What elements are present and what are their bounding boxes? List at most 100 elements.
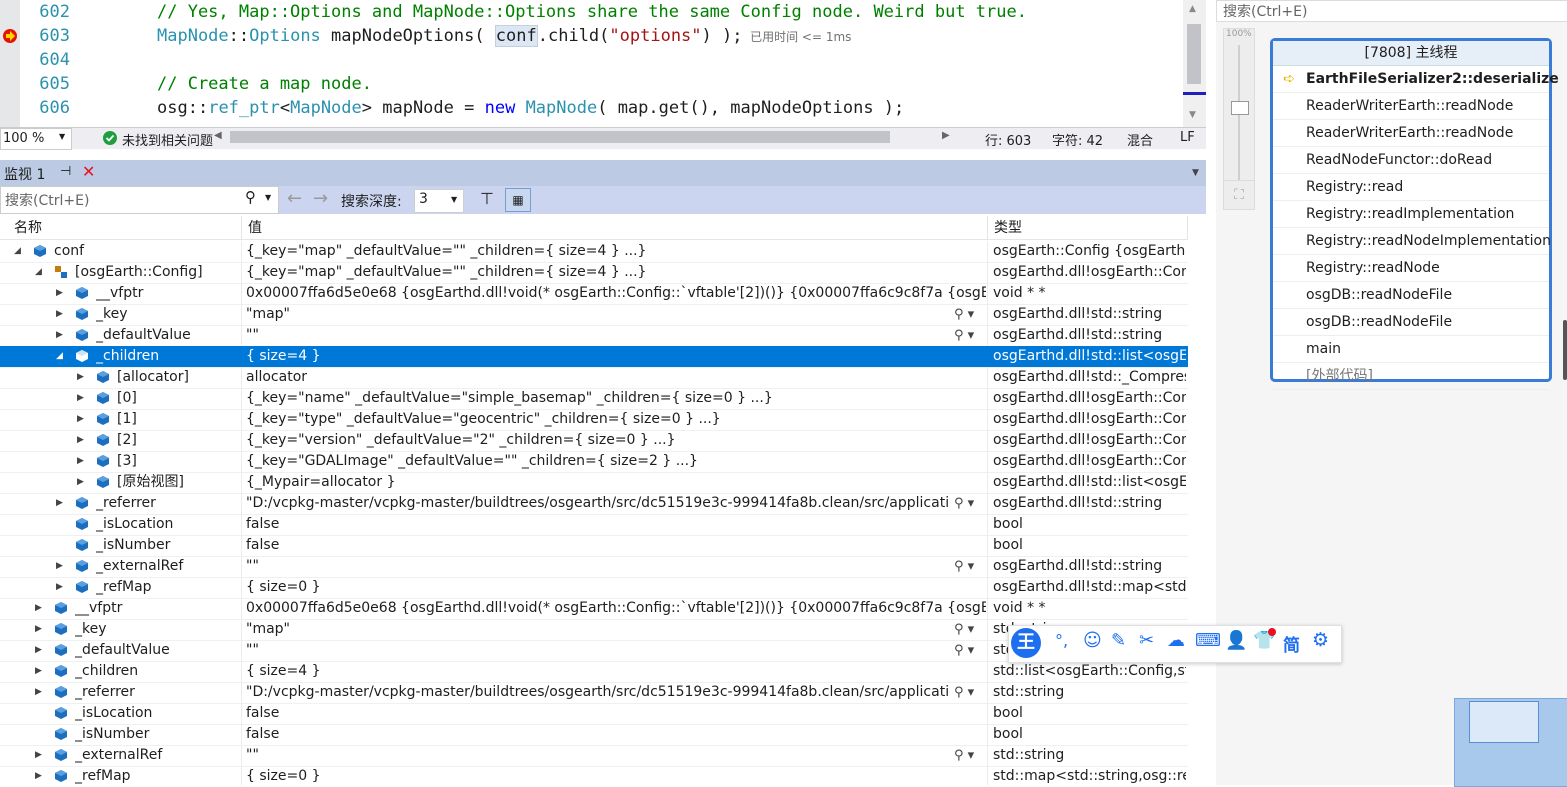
search-icon[interactable]: ⚲ xyxy=(245,188,256,206)
variable-value[interactable]: {_key="map" _defaultValue="" _children={… xyxy=(246,241,986,262)
variable-value[interactable]: "D:/vcpkg-master/vcpkg-master/buildtrees… xyxy=(246,682,950,703)
variable-value[interactable]: "D:/vcpkg-master/vcpkg-master/buildtrees… xyxy=(246,493,950,514)
text-visualizer-icon[interactable]: ⚲ ▾ xyxy=(954,745,974,766)
settings-gear-icon[interactable]: ⚙ xyxy=(1312,629,1329,651)
expand-arrow-icon[interactable]: ▶ xyxy=(35,661,42,682)
variable-value[interactable]: { size=0 } xyxy=(246,766,986,785)
issues-status[interactable]: 未找到相关问题 xyxy=(122,130,213,149)
watch-row[interactable]: _isNumber false bool xyxy=(0,724,1188,746)
watch-row[interactable]: ▶ [原始视图] {_Mypair=allocator } osgEarthd.dll… xyxy=(0,472,1188,494)
expand-arrow-icon[interactable]: ▶ xyxy=(35,682,42,703)
eol-indicator[interactable]: LF xyxy=(1180,130,1195,145)
search-input[interactable]: 搜索(Ctrl+E) xyxy=(5,190,89,210)
emoji-icon[interactable]: ☺ xyxy=(1083,630,1102,651)
text-visualizer-icon[interactable]: ⚲ ▾ xyxy=(954,556,974,577)
horizontal-scrollbar-thumb[interactable] xyxy=(230,131,890,143)
watch-row[interactable]: _isLocation false bool xyxy=(0,514,1188,536)
side-search-input[interactable]: 搜索(Ctrl+E) xyxy=(1223,1,1307,21)
expand-arrow-icon[interactable]: ▶ xyxy=(35,619,42,640)
expand-arrow-icon[interactable]: ▶ xyxy=(77,451,84,472)
column-header-name[interactable]: 名称 xyxy=(0,216,242,240)
variable-value[interactable]: { size=4 } xyxy=(246,346,986,367)
panel-menu-icon[interactable]: ▼ xyxy=(1192,168,1199,178)
call-stack-frame[interactable]: ReaderWriterEarth::readNode xyxy=(1273,93,1549,120)
variable-value[interactable]: false xyxy=(246,703,986,724)
simplified-chinese-toggle[interactable]: 简 xyxy=(1283,631,1300,656)
column-header-value[interactable]: 值 xyxy=(242,216,988,240)
call-stack-frame[interactable]: Registry::readNodeImplementation xyxy=(1273,228,1551,255)
expand-arrow-icon[interactable]: ▶ xyxy=(56,493,63,514)
watch-row[interactable]: ▶ [allocator] allocator osgEarthd.dll!std::… xyxy=(0,367,1188,389)
close-icon[interactable]: ✕ xyxy=(82,162,95,181)
line-indicator[interactable]: 行: 603 xyxy=(985,130,1031,149)
tab-view-button[interactable]: ▦ xyxy=(505,188,531,212)
variable-value[interactable]: "map" xyxy=(246,619,950,640)
expand-arrow-icon[interactable]: ▶ xyxy=(56,325,63,346)
user-icon[interactable]: 👤 xyxy=(1225,630,1247,651)
text-visualizer-icon[interactable]: ⚲ ▾ xyxy=(954,304,974,325)
variable-value[interactable]: "" xyxy=(246,556,950,577)
variable-value[interactable]: {_key="map" _defaultValue="" _children={… xyxy=(246,262,986,283)
column-header-type[interactable]: 类型 xyxy=(988,216,1188,240)
watch-row[interactable]: ▶ __vfptr 0x00007ffa6d5e0e68 {osgEarthd.dl… xyxy=(0,283,1188,305)
watch-row[interactable]: ▶ _refMap { size=0 } osgEarthd.dll!std::map… xyxy=(0,577,1188,599)
watch-row[interactable]: _isNumber false bool xyxy=(0,535,1188,557)
text-visualizer-icon[interactable]: ⚲ ▾ xyxy=(954,682,974,703)
variable-value[interactable]: {_key="GDALImage" _defaultValue="" _chil… xyxy=(246,451,986,472)
watch-row[interactable]: ▶ _key "map" ⚲ ▾ osgEarthd.dll!std::string xyxy=(0,304,1188,326)
call-stack-frame[interactable]: main xyxy=(1273,336,1549,363)
pen-icon[interactable]: ✎ xyxy=(1111,630,1126,651)
watch-row[interactable]: ▶ [2] {_key="version" _defaultValue="2" _c… xyxy=(0,430,1188,452)
text-visualizer-icon[interactable]: ⚲ ▾ xyxy=(954,640,974,661)
expand-arrow-icon[interactable]: ▶ xyxy=(35,745,42,766)
expand-arrow-icon[interactable]: ▶ xyxy=(35,640,42,661)
variable-value[interactable]: false xyxy=(246,535,986,556)
collapse-arrow-icon[interactable]: ◢ xyxy=(56,346,63,367)
search-depth-select[interactable]: 3 ▼ xyxy=(414,189,464,213)
call-stack-frame[interactable]: ReaderWriterEarth::readNode xyxy=(1273,120,1549,147)
watch-row[interactable]: ▶ _referrer "D:/vcpkg-master/vcpkg-master/… xyxy=(0,682,1188,704)
text-visualizer-icon[interactable]: ⚲ ▾ xyxy=(954,619,974,640)
variable-value[interactable]: "" xyxy=(246,325,950,346)
watch-row[interactable]: ◢ _children { size=4 } osgEarthd.dll!std::l… xyxy=(0,346,1188,368)
back-arrow-icon[interactable]: ← xyxy=(287,188,302,209)
punctuation-icon[interactable]: °, xyxy=(1055,631,1068,650)
scroll-right-icon[interactable]: ▶ xyxy=(942,130,950,141)
variable-value[interactable]: "" xyxy=(246,640,950,661)
variable-value[interactable]: { size=4 } xyxy=(246,661,986,682)
filter-pin-icon[interactable]: ⊤ xyxy=(480,189,494,208)
scroll-left-icon[interactable]: ◀ xyxy=(214,130,222,141)
variable-value[interactable]: 0x00007ffa6d5e0e68 {osgEarthd.dll!void(*… xyxy=(246,283,986,304)
watch-search-box[interactable]: 搜索(Ctrl+E) ⚲ ▼ xyxy=(0,186,279,214)
text-visualizer-icon[interactable]: ⚲ ▾ xyxy=(954,493,974,514)
call-stack-frame[interactable]: Registry::readImplementation xyxy=(1273,201,1549,228)
minimap-thumbnail[interactable] xyxy=(1454,698,1567,787)
watch-row[interactable]: ▶ [0] {_key="name" _defaultValue="simple_b… xyxy=(0,388,1188,410)
scroll-up-icon[interactable]: ▲ xyxy=(1189,4,1196,14)
watch-row[interactable]: ▶ [1] {_key="type" _defaultValue="geocentr… xyxy=(0,409,1188,431)
watch-row[interactable]: ▶ [3] {_key="GDALImage" _defaultValue="" _… xyxy=(0,451,1188,473)
code-editor[interactable]: 602 // Yes, Map::Options and MapNode::Opt… xyxy=(0,0,1206,127)
ime-logo-icon[interactable]: 王 xyxy=(1011,628,1041,658)
tab-watch-1[interactable]: 监视 1 ⊣ ✕ xyxy=(0,160,102,188)
watch-grid[interactable]: 名称 值 类型 ◢ conf {_key="map" _defaultValue="… xyxy=(0,216,1188,785)
variable-value[interactable]: "" xyxy=(246,745,950,766)
pin-icon[interactable]: ⊣ xyxy=(60,164,71,179)
call-stack-popup[interactable]: [7808] 主线程 ➪ EarthFileSerializer2::deseri… xyxy=(1270,38,1559,390)
scroll-down-icon[interactable]: ▼ xyxy=(1189,110,1196,120)
call-stack-frame[interactable]: Registry::readNode xyxy=(1273,255,1549,282)
zoom-dropdown[interactable]: 100 % ▼ xyxy=(0,128,72,150)
watch-row[interactable]: ◢ conf {_key="map" _defaultValue="" _child… xyxy=(0,241,1188,263)
expand-arrow-icon[interactable]: ▶ xyxy=(77,409,84,430)
mode-indicator[interactable]: 混合 xyxy=(1127,130,1153,149)
expand-arrow-icon[interactable]: ▶ xyxy=(77,430,84,451)
char-indicator[interactable]: 字符: 42 xyxy=(1052,130,1103,149)
text-visualizer-icon[interactable]: ⚲ ▾ xyxy=(954,325,974,346)
watch-vertical-scrollbar[interactable] xyxy=(1188,216,1206,785)
scissors-icon[interactable]: ✂ xyxy=(1139,630,1154,651)
call-stack-frame[interactable]: [外部代码] xyxy=(1273,363,1549,390)
call-stack-frame[interactable]: Registry::read xyxy=(1273,174,1549,201)
collapse-arrow-icon[interactable]: ◢ xyxy=(14,241,21,262)
call-stack-frame[interactable]: osgDB::readNodeFile xyxy=(1273,282,1549,309)
expand-arrow-icon[interactable]: ▶ xyxy=(56,283,63,304)
